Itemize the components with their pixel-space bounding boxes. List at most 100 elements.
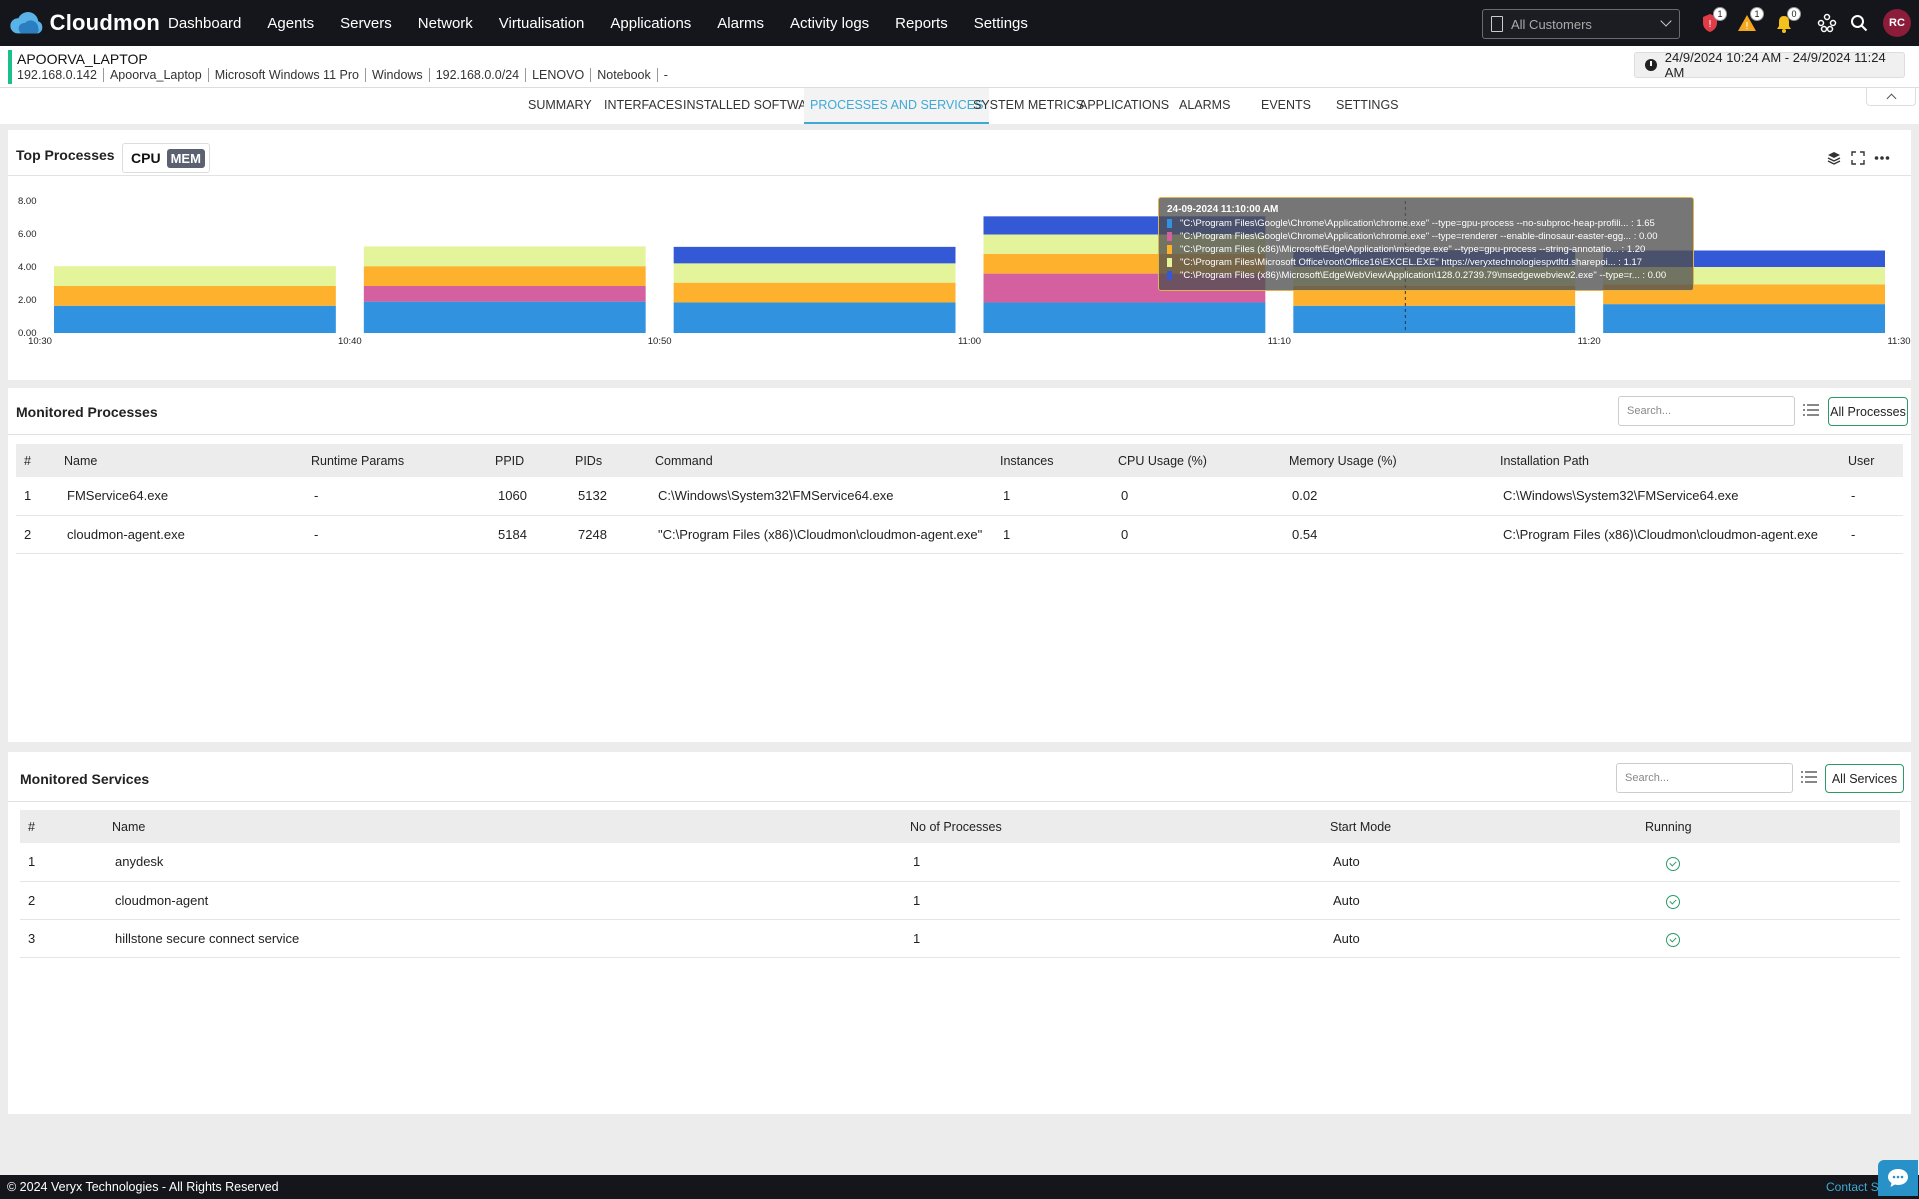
network-button[interactable] bbox=[1814, 10, 1840, 36]
cloud-logo-icon bbox=[10, 12, 43, 34]
table-cell: cloudmon-agent bbox=[109, 881, 907, 920]
tab-system-metrics[interactable]: SYSTEM METRICS bbox=[967, 88, 1090, 124]
app-name: Cloudmon bbox=[49, 10, 160, 35]
column-header[interactable]: Running bbox=[1642, 810, 1900, 843]
notifications-button[interactable]: 0 bbox=[1771, 7, 1801, 36]
column-header[interactable]: CPU Usage (%) bbox=[1115, 444, 1286, 477]
processes-search-input[interactable]: Search... bbox=[1618, 396, 1795, 426]
device-meta: 192.168.0.142 Apoorva_Laptop Microsoft Win… bbox=[17, 68, 674, 82]
column-header[interactable]: No of Processes bbox=[907, 810, 1327, 843]
more-horizontal-icon bbox=[1874, 156, 1890, 160]
table-cell: C:\Windows\System32\FMService64.exe bbox=[1497, 477, 1845, 516]
column-header[interactable]: PPID bbox=[492, 444, 572, 477]
customer-select[interactable]: All Customers bbox=[1482, 9, 1680, 39]
bar-segment bbox=[363, 246, 646, 267]
clock-icon bbox=[1645, 59, 1657, 71]
column-header[interactable]: # bbox=[20, 810, 109, 843]
processes-table: # Name Runtime Params PPID PIDs Command Instan… bbox=[16, 444, 1903, 554]
nav-item-alarms[interactable]: Alarms bbox=[717, 15, 764, 32]
cpu-mem-toggle[interactable]: CPU MEM bbox=[122, 143, 210, 173]
table-cell bbox=[1642, 881, 1900, 920]
svg-text:!: ! bbox=[1708, 19, 1712, 30]
nav-item-servers[interactable]: Servers bbox=[340, 15, 392, 32]
nav-item-activity-logs[interactable]: Activity logs bbox=[790, 15, 869, 32]
cpu-toggle-option[interactable]: CPU bbox=[131, 150, 161, 166]
tooltip-label: "C:\Program Files (x86)\Microsoft\EdgeWe… bbox=[1180, 270, 1667, 281]
table-row[interactable]: 3 hillstone secure connect service 1 Auto bbox=[20, 919, 1900, 958]
tooltip-swatch bbox=[1167, 232, 1172, 241]
column-header[interactable]: PIDs bbox=[572, 444, 652, 477]
warning-button[interactable]: ! 1 bbox=[1734, 7, 1764, 36]
tooltip-swatch bbox=[1167, 219, 1172, 228]
alert-shield-button[interactable]: ! 1 bbox=[1697, 7, 1727, 36]
fullscreen-button[interactable] bbox=[1850, 150, 1866, 166]
table-row[interactable]: 1 FMService64.exe - 1060 5132 C:\Windows\Syst… bbox=[16, 477, 1903, 516]
cell-text: Auto bbox=[1333, 854, 1360, 870]
chat-button[interactable] bbox=[1878, 1160, 1918, 1196]
column-header[interactable]: Name bbox=[109, 810, 907, 843]
column-header[interactable]: User bbox=[1845, 444, 1903, 477]
collapse-header-button[interactable] bbox=[1866, 88, 1916, 106]
tab-settings[interactable]: SETTINGS bbox=[1330, 88, 1405, 124]
column-header[interactable]: Memory Usage (%) bbox=[1286, 444, 1497, 477]
device-meta-item: 192.168.0.142 bbox=[17, 68, 104, 82]
nav-item-virtualisation[interactable]: Virtualisation bbox=[499, 15, 585, 32]
cell-text: 1 bbox=[1003, 488, 1011, 504]
search-button[interactable] bbox=[1846, 10, 1872, 36]
cell-text: - bbox=[314, 488, 319, 504]
x-tick-label: 11:00 bbox=[958, 336, 981, 347]
column-header[interactable]: Installation Path bbox=[1497, 444, 1845, 477]
column-header[interactable]: Name bbox=[61, 444, 308, 477]
user-avatar[interactable]: RC bbox=[1883, 9, 1911, 37]
nav-item-agents[interactable]: Agents bbox=[267, 15, 314, 32]
footer: © 2024 Veryx Technologies - All Rights R… bbox=[0, 1175, 1919, 1199]
nav-item-reports[interactable]: Reports bbox=[895, 15, 948, 32]
table-row[interactable]: 1 anydesk 1 Auto bbox=[20, 843, 1900, 882]
tab-applications[interactable]: APPLICATIONS bbox=[1073, 88, 1175, 124]
app-logo[interactable]: Cloudmon bbox=[0, 8, 160, 38]
tab-summary[interactable]: SUMMARY bbox=[522, 88, 598, 124]
layers-button[interactable] bbox=[1826, 150, 1842, 166]
nav-item-network[interactable]: Network bbox=[418, 15, 473, 32]
table-cell: Auto bbox=[1327, 919, 1642, 958]
more-options-button[interactable] bbox=[1874, 150, 1890, 166]
column-header[interactable]: Command bbox=[652, 444, 997, 477]
column-header[interactable]: # bbox=[16, 444, 61, 477]
bar-segment bbox=[54, 285, 336, 306]
nav-item-dashboard[interactable]: Dashboard bbox=[168, 15, 241, 32]
bar-segment bbox=[673, 246, 956, 264]
mem-toggle-option[interactable]: MEM bbox=[166, 148, 205, 168]
device-meta-item: Apoorva_Laptop bbox=[104, 68, 209, 82]
cell-text: 5184 bbox=[498, 526, 527, 542]
running-check-icon bbox=[1666, 932, 1680, 947]
table-cell: 0 bbox=[1115, 477, 1286, 516]
table-cell: hillstone secure connect service bbox=[109, 919, 907, 958]
table-header-row: # Name No of Processes Start Mode Running bbox=[20, 810, 1900, 843]
column-list-icon[interactable] bbox=[1800, 770, 1818, 784]
column-header[interactable]: Start Mode bbox=[1327, 810, 1642, 843]
tab-alarms[interactable]: ALARMS bbox=[1173, 88, 1236, 124]
cell-text: 1 bbox=[913, 892, 921, 908]
column-list-icon[interactable] bbox=[1802, 403, 1820, 417]
all-processes-button[interactable]: All Processes bbox=[1828, 397, 1908, 426]
table-row[interactable]: 2 cloudmon-agent 1 Auto bbox=[20, 881, 1900, 920]
tab-interfaces[interactable]: INTERFACES bbox=[598, 88, 689, 124]
all-services-button[interactable]: All Services bbox=[1825, 764, 1904, 793]
tab-processes-and-services[interactable]: PROCESSES AND SERVICES bbox=[804, 88, 990, 124]
date-range-value: 24/9/2024 10:24 AM - 24/9/2024 11:24 AM bbox=[1664, 50, 1886, 80]
table-row[interactable]: 2 cloudmon-agent.exe - 5184 7248 "C:\Program … bbox=[16, 515, 1903, 554]
nav-item-settings[interactable]: Settings bbox=[974, 15, 1028, 32]
column-header[interactable]: Runtime Params bbox=[308, 444, 492, 477]
cell-text: hillstone secure connect service bbox=[115, 930, 300, 946]
table-cell: anydesk bbox=[109, 843, 907, 882]
bar-segment bbox=[363, 301, 646, 333]
date-range-picker[interactable]: 24/9/2024 10:24 AM - 24/9/2024 11:24 AM bbox=[1634, 50, 1905, 80]
table-cell: 0.54 bbox=[1286, 515, 1497, 554]
column-header[interactable]: Instances bbox=[997, 444, 1115, 477]
device-meta-item: Notebook bbox=[591, 68, 658, 82]
cell-text: 2 bbox=[24, 526, 32, 542]
cell-text: C:\Program Files (x86)\Cloudmon\cloudmon… bbox=[1503, 526, 1819, 542]
tab-events[interactable]: EVENTS bbox=[1255, 88, 1317, 124]
services-search-input[interactable]: Search... bbox=[1616, 763, 1793, 793]
nav-item-applications[interactable]: Applications bbox=[610, 15, 691, 32]
